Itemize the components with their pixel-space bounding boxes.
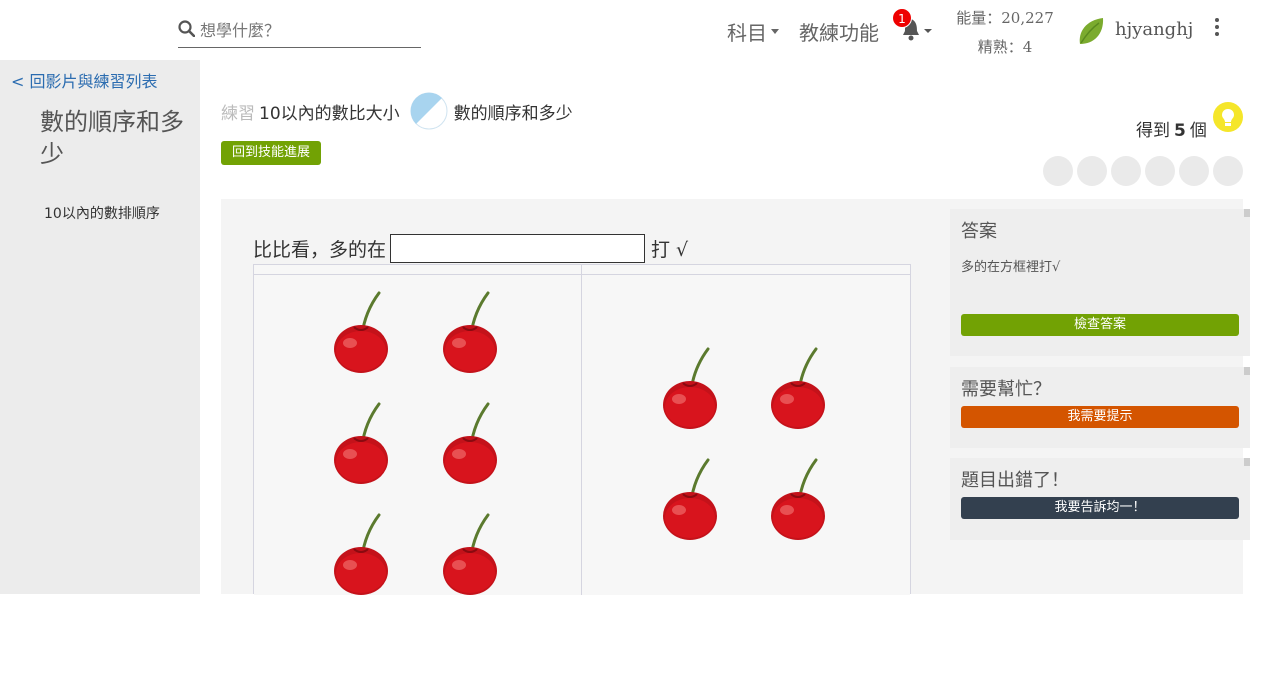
question: 比比看，多的在 打 √ [253,234,688,263]
mastery-count: 精熟：4 [977,38,1033,56]
earn-prefix: 得到 [1136,121,1170,141]
search-input[interactable] [200,17,420,43]
cherry-image [332,513,392,597]
left-column[interactable] [254,265,582,595]
table-header-row [254,265,910,275]
answer-title: 答案 [961,221,997,242]
more-menu-icon[interactable] [1210,18,1224,40]
streak-dot [1145,156,1175,186]
nav-coach-label: 教練功能 [799,21,879,45]
exercise-label: 練習 [221,103,255,124]
top-bar: 科目 教練功能 1 能量：20,227 精熟：4 hjyanghj [0,0,1264,60]
streak-dot [1077,156,1107,186]
comparison-table [253,264,911,595]
exercise-header: 練習 10以內的數比大小 數的順序和多少 [221,92,573,130]
exercise-name: 數的順序和多少 [453,103,573,124]
check-answer-button[interactable]: 檢查答案 [961,314,1239,336]
sidebar-title: 數的順序和多少 [40,108,184,168]
cherry-image [332,291,392,375]
answer-panel: 答案 多的在方框裡打√ 檢查答案 [950,209,1250,356]
streak-dot [1213,156,1243,186]
lightbulb-icon [1213,102,1243,132]
report-panel: 題目出錯了！ 我要告訴均一！ [950,458,1250,540]
cherry-image [769,458,829,542]
cherry-image [661,458,721,542]
energy-points: 能量：20,227 [956,9,1054,27]
help-panel: 需要幫忙？ 我需要提示 [950,367,1250,448]
chevron-down-icon [771,29,779,34]
streak-dot [1043,156,1073,186]
leaf-avatar-icon[interactable] [1076,16,1106,46]
notification-badge: 1 [892,8,912,28]
username[interactable]: hjyanghj [1115,19,1193,40]
earn-count: 5 [1174,121,1186,141]
search-box[interactable] [178,17,421,48]
progress-pie-icon [410,92,448,130]
help-title: 需要幫忙？ [961,379,1051,400]
nav-coach[interactable]: 教練功能 [799,17,879,46]
streak-dot [1179,156,1209,186]
back-to-skill-progress-button[interactable]: 回到技能進展 [221,141,322,165]
nav-subjects-label: 科目 [727,21,767,45]
earn-suffix: 個 [1189,121,1207,141]
question-suffix: 打 √ [651,239,689,261]
cherry-image [769,347,829,431]
cherry-image [441,513,501,597]
sidebar-item-sorting[interactable]: 10以內的數排順序 [44,203,160,223]
streak-dot [1111,156,1141,186]
sidebar: < 回影片與練習列表 數的順序和多少 10以內的數排順序 [0,60,200,594]
report-title: 題目出錯了！ [961,470,1069,491]
answer-instruction: 多的在方框裡打√ [961,260,1061,275]
cherry-image [661,347,721,431]
user-stats: 能量：20,227 精熟：4 [950,4,1060,62]
cherry-image [441,291,501,375]
hint-button[interactable]: 我需要提示 [961,406,1239,428]
right-column[interactable] [582,265,910,595]
earn-points: 得到 5 個 [1136,116,1207,141]
back-to-list-link[interactable]: < 回影片與練習列表 [11,68,158,92]
report-error-button[interactable]: 我要告訴均一！ [961,497,1239,519]
cherry-image [332,402,392,486]
question-prefix: 比比看，多的在 [253,239,387,261]
answer-input[interactable] [390,234,646,263]
skill-name[interactable]: 10以內的數比大小 [259,99,400,124]
streak-dots [1043,156,1243,186]
cherry-image [441,402,501,486]
search-icon [178,20,195,37]
nav-subjects[interactable]: 科目 [727,17,779,46]
